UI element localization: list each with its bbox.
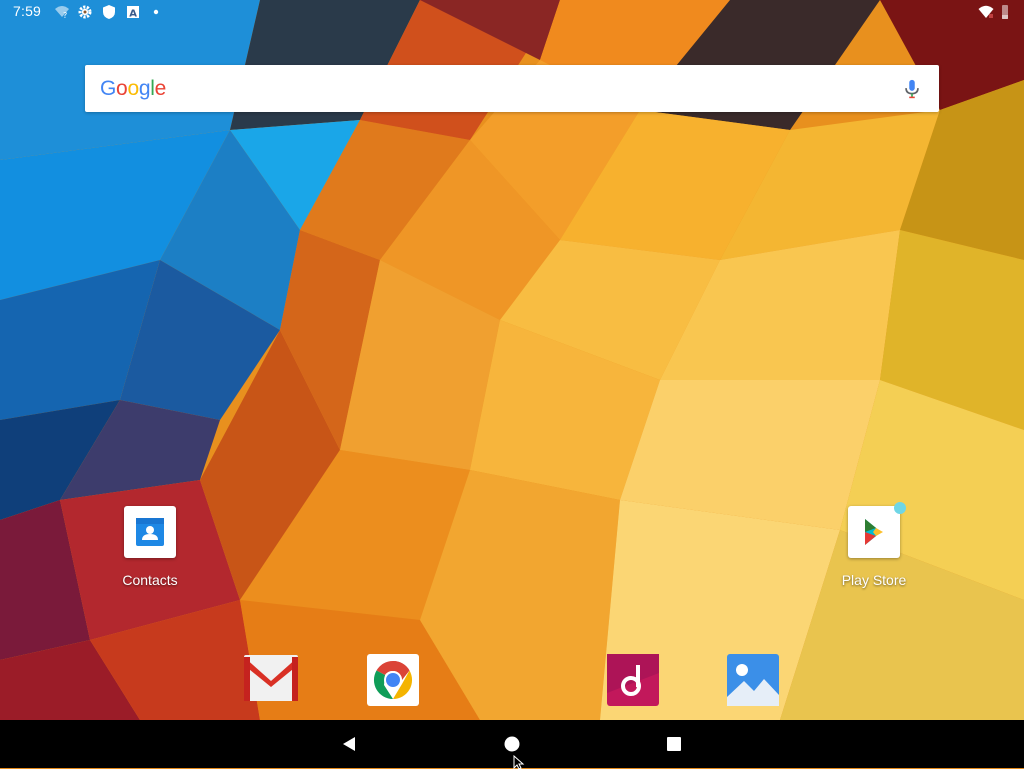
home-icon[interactable] bbox=[500, 732, 524, 756]
google-search-bar[interactable]: Google bbox=[85, 65, 939, 112]
notification-dot-icon bbox=[894, 502, 906, 514]
wifi-signal-icon bbox=[978, 5, 994, 18]
settings-gear-icon bbox=[78, 5, 92, 19]
logo-letter: G bbox=[100, 77, 117, 100]
music-icon[interactable] bbox=[606, 653, 660, 707]
dot-icon bbox=[153, 9, 159, 15]
app-label: Contacts bbox=[122, 572, 178, 588]
logo-letter: g bbox=[138, 77, 151, 100]
svg-text:A: A bbox=[129, 8, 137, 19]
chrome-icon[interactable] bbox=[366, 653, 420, 707]
back-icon[interactable] bbox=[337, 732, 361, 756]
status-time: 7:59 bbox=[13, 3, 42, 19]
mic-icon[interactable] bbox=[901, 78, 923, 100]
shield-icon bbox=[103, 5, 115, 19]
logo-letter: e bbox=[154, 77, 167, 100]
a-badge-icon: A bbox=[127, 6, 139, 19]
app-contacts[interactable]: Contacts bbox=[100, 506, 200, 588]
status-bar: 7:59 ? A bbox=[0, 0, 1024, 24]
gmail-icon[interactable] bbox=[244, 653, 298, 707]
photos-icon[interactable] bbox=[726, 653, 780, 707]
play-store-icon bbox=[848, 502, 906, 558]
navigation-bar bbox=[0, 720, 1024, 768]
logo-letter: o bbox=[116, 77, 128, 100]
recents-icon[interactable] bbox=[662, 732, 686, 756]
mouse-cursor-icon bbox=[513, 755, 525, 769]
logo-letter: o bbox=[127, 77, 139, 100]
svg-text:?: ? bbox=[63, 11, 67, 20]
wifi-question-icon: ? bbox=[55, 6, 69, 20]
google-logo: Google bbox=[100, 77, 166, 101]
app-play-store[interactable]: Play Store bbox=[824, 502, 924, 588]
app-label: Play Store bbox=[841, 572, 907, 588]
battery-icon bbox=[1002, 5, 1008, 19]
contacts-icon bbox=[124, 506, 176, 558]
